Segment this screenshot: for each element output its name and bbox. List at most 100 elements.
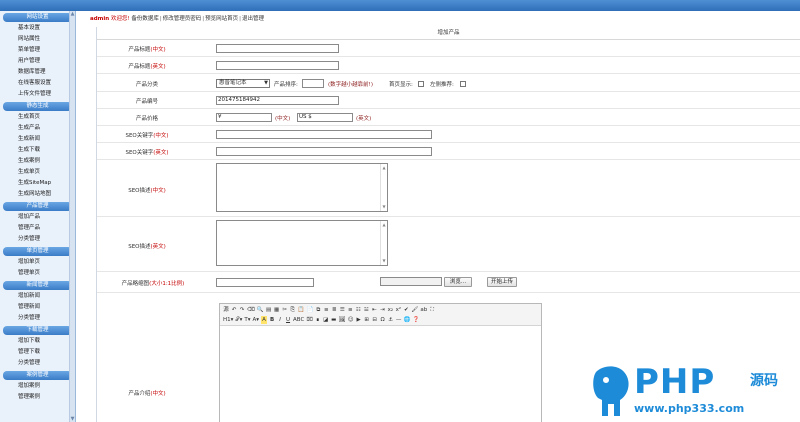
sidebar-item[interactable]: 生成下载 — [0, 145, 75, 156]
name-en-input[interactable] — [216, 61, 339, 70]
sidebar-item[interactable]: 增加下载 — [0, 336, 75, 347]
change-password-link[interactable]: 修改管理员密码 — [163, 16, 202, 22]
sidebar-item[interactable]: 菜单管理 — [0, 45, 75, 56]
editor-tool-button[interactable]: ≡ — [347, 306, 353, 314]
sort-input[interactable] — [302, 79, 324, 88]
sidebar-item[interactable]: 基本设置 — [0, 23, 75, 34]
sidebar-item[interactable]: 增加案例 — [0, 381, 75, 392]
editor-tool-button[interactable]: ✂ — [282, 306, 288, 314]
thumbnail-path-input[interactable] — [216, 278, 314, 287]
editor-tool-button[interactable]: ▦ — [274, 306, 280, 314]
editor-tool-button[interactable]: ☺ — [348, 316, 354, 324]
editor-tool-button[interactable]: ⌫ — [247, 306, 255, 314]
sidebar-item[interactable]: 管理案例 — [0, 392, 75, 403]
name-cn-input[interactable] — [216, 44, 339, 53]
seo-desc-en-textarea[interactable]: ▲ ▼ — [216, 220, 388, 266]
editor-tool-button[interactable]: ↷ — [239, 306, 245, 314]
scroll-up-icon[interactable]: ▲ — [381, 165, 387, 171]
editor-tool-button[interactable]: A — [261, 316, 268, 324]
sidebar-item[interactable]: 生成网站地图 — [0, 189, 75, 200]
editor-tool-button[interactable]: ⇥ — [379, 306, 385, 314]
sidebar-item[interactable]: 管理新闻 — [0, 302, 75, 313]
editor-tool-button[interactable]: ab — [420, 306, 427, 314]
sidebar-item[interactable]: 生成单页 — [0, 167, 75, 178]
seo-desc-cn-textarea[interactable]: ▲ ▼ — [216, 163, 388, 212]
editor-tool-button[interactable]: U — [285, 316, 291, 324]
price-cn-input[interactable]: ¥ — [216, 113, 272, 122]
editor-tool-button[interactable]: — — [396, 316, 402, 324]
category-select[interactable]: 惠普笔记本 ▼ — [216, 79, 270, 88]
seo-keyword-cn-input[interactable] — [216, 130, 432, 139]
sidebar-item[interactable]: 数据库管理 — [0, 67, 75, 78]
editor-tool-button[interactable]: ▬ — [331, 316, 337, 324]
editor-tool-button[interactable]: 📋 — [298, 306, 305, 314]
left-recommend-checkbox[interactable] — [460, 81, 466, 87]
scroll-down-icon[interactable]: ▼ — [381, 258, 387, 264]
editor-tool-button[interactable]: ⎘ — [290, 306, 296, 314]
editor-tool-button[interactable]: A▾ — [253, 316, 260, 324]
browse-button[interactable]: 浏览... — [444, 277, 472, 287]
editor-tool-button[interactable]: ⧉ — [315, 306, 321, 314]
editor-tool-button[interactable]: ⊟ — [372, 316, 378, 324]
editor-tool-button[interactable]: ❓ — [413, 316, 420, 324]
editor-tool-button[interactable]: ≡ — [323, 306, 329, 314]
sidebar-item[interactable]: 生成新闻 — [0, 134, 75, 145]
editor-tool-button[interactable]: ⊞ — [364, 316, 370, 324]
sidebar-item[interactable]: 用户管理 — [0, 56, 75, 67]
sidebar-item[interactable]: 管理产品 — [0, 223, 75, 234]
editor-tool-button[interactable]: ▤ — [266, 306, 272, 314]
sidebar-item[interactable]: 管理下载 — [0, 347, 75, 358]
sidebar-group-header[interactable]: 网站设置 — [3, 13, 72, 22]
file-path-field[interactable] — [380, 277, 442, 286]
editor-content-area[interactable] — [220, 327, 541, 422]
sidebar-item[interactable]: 管理单页 — [0, 268, 75, 279]
scroll-down-icon[interactable]: ▼ — [381, 204, 387, 210]
editor-tool-button[interactable]: B — [269, 316, 275, 324]
editor-tool-button[interactable]: ≣ — [331, 306, 337, 314]
sidebar-item[interactable]: 生成首页 — [0, 112, 75, 123]
editor-tool-button[interactable]: 🖼 — [339, 316, 346, 324]
editor-tool-button[interactable]: ☷ — [355, 306, 361, 314]
sidebar-item[interactable]: 在线客服设置 — [0, 78, 75, 89]
editor-tool-button[interactable]: x² — [395, 306, 401, 314]
sidebar-group-header[interactable]: 案例管理 — [3, 371, 72, 380]
editor-tool-button[interactable]: ⛶ — [429, 306, 435, 314]
sidebar-group-header[interactable]: 静态生成 — [3, 102, 72, 111]
sidebar-group-header[interactable]: 新闻管理 — [3, 281, 72, 290]
sidebar-item[interactable]: 生成案例 — [0, 156, 75, 167]
sidebar-item[interactable]: 生成SiteMap — [0, 178, 75, 189]
seo-keyword-en-input[interactable] — [216, 147, 432, 156]
editor-tool-button[interactable]: ∎ — [315, 316, 321, 324]
editor-tool-button[interactable]: Ω — [380, 316, 386, 324]
editor-tool-button[interactable]: ☱ — [363, 306, 369, 314]
backup-db-link[interactable]: 备份数据库 — [131, 16, 159, 22]
textarea-scrollbar[interactable]: ▲ ▼ — [380, 221, 387, 265]
sidebar-group-header[interactable]: 下载管理 — [3, 326, 72, 335]
editor-tool-button[interactable]: x₂ — [387, 306, 393, 314]
editor-tool-button[interactable]: ☰ — [339, 306, 345, 314]
editor-tool-button[interactable]: 源 — [223, 306, 229, 314]
sidebar-group-header[interactable]: 产品管理 — [3, 202, 72, 211]
scroll-up-icon[interactable]: ▲ — [70, 11, 75, 17]
sidebar-item[interactable]: 生成产品 — [0, 123, 75, 134]
editor-tool-button[interactable]: ✔ — [403, 306, 409, 314]
editor-tool-button[interactable]: 𝒯▾ — [235, 316, 242, 324]
editor-tool-button[interactable]: I — [277, 316, 283, 324]
editor-tool-button[interactable]: ◪ — [323, 316, 329, 324]
sidebar-item[interactable]: 增加产品 — [0, 212, 75, 223]
price-en-input[interactable]: US $ — [297, 113, 353, 122]
editor-tool-button[interactable]: 🔍 — [257, 306, 264, 314]
code-input[interactable]: 201475184942 — [216, 96, 339, 105]
sidebar-item[interactable]: 上传文件管理 — [0, 89, 75, 100]
editor-tool-button[interactable]: 🌐 — [404, 316, 411, 324]
editor-tool-button[interactable]: 🖌 — [411, 306, 418, 314]
sidebar-item[interactable]: 分类管理 — [0, 313, 75, 324]
editor-tool-button[interactable]: ⚓ — [388, 316, 394, 324]
sidebar-item[interactable]: 增加新闻 — [0, 291, 75, 302]
textarea-scrollbar[interactable]: ▲ ▼ — [380, 164, 387, 211]
editor-tool-button[interactable]: ↶ — [231, 306, 237, 314]
upload-button[interactable]: 开始上传 — [487, 277, 517, 287]
scroll-down-icon[interactable]: ▼ — [70, 416, 75, 422]
sidebar-item[interactable]: 网站属性 — [0, 34, 75, 45]
scroll-up-icon[interactable]: ▲ — [381, 222, 387, 228]
